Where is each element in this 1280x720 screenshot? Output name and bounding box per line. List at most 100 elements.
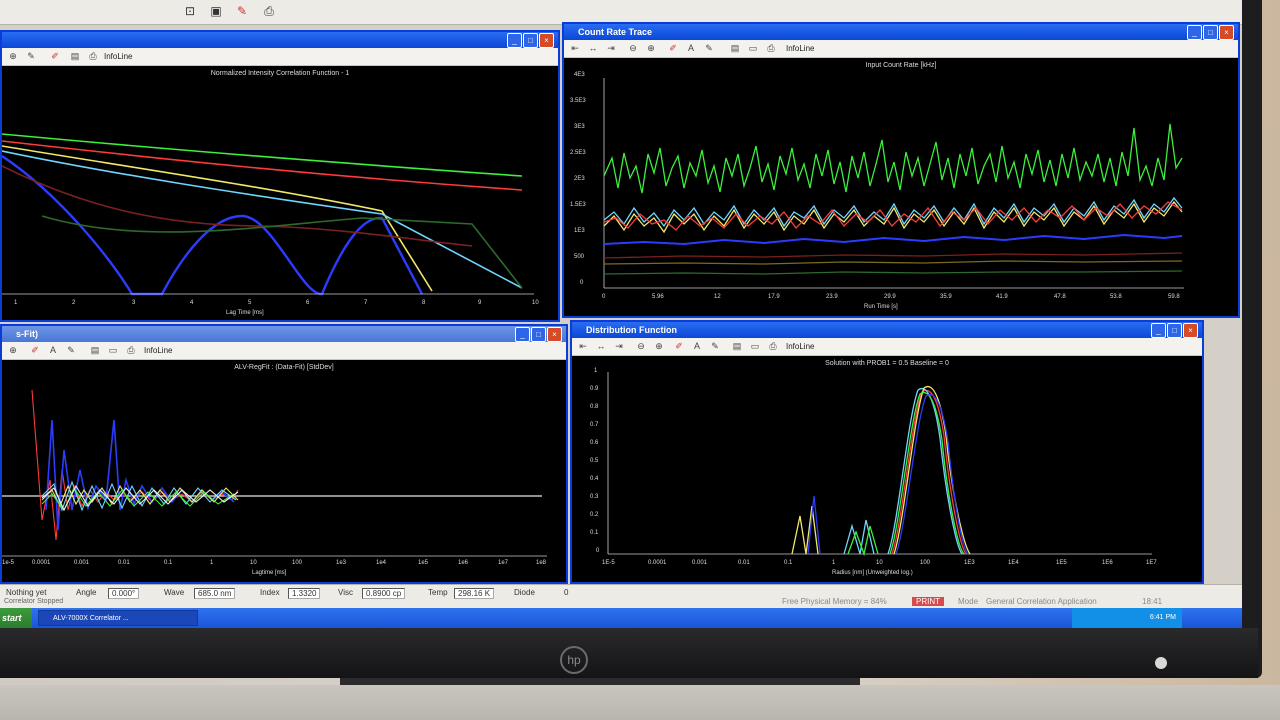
info-line[interactable]: InfoLine <box>104 50 132 63</box>
grid-icon[interactable]: ▤ <box>88 344 102 357</box>
x-tick: 47.8 <box>1054 294 1066 300</box>
pen-icon[interactable]: ✎ <box>702 42 716 55</box>
status-clock: 18:41 <box>1142 597 1163 606</box>
pen-icon[interactable]: ✎ <box>24 50 38 63</box>
desk <box>0 685 1280 720</box>
pen-icon[interactable]: ✎ <box>708 340 722 353</box>
window-icon[interactable]: ▭ <box>746 42 760 55</box>
pen-icon[interactable]: ✎ <box>232 2 252 20</box>
x-tick: 1e6 <box>458 560 469 566</box>
zoom-out-icon[interactable]: ⊖ <box>634 340 648 353</box>
minimize-icon[interactable]: _ <box>1151 323 1166 338</box>
print-icon[interactable]: ⎙ <box>766 340 780 353</box>
info-line[interactable]: InfoLine <box>786 42 814 55</box>
start-button[interactable]: start <box>0 608 32 628</box>
zoom-out-icon[interactable]: ⊖ <box>626 42 640 55</box>
left-icon[interactable]: ⇤ <box>568 42 582 55</box>
zoom-icon[interactable]: ⊡ <box>180 2 200 20</box>
y-tick: 1 <box>594 368 598 374</box>
window-titlebar[interactable] <box>2 32 558 48</box>
font-icon[interactable]: A <box>684 42 698 55</box>
mode-label: Mode <box>958 597 979 606</box>
x-tick: 12 <box>714 294 721 300</box>
window-titlebar[interactable]: s-Fit) <box>2 326 566 342</box>
screen: ⊡ ▣ ✎ ⎙ _ □ × ⊕ ✎ ✐ ▤ ⎙ InfoLine Normali… <box>0 0 1242 628</box>
maximize-icon[interactable]: □ <box>523 33 538 48</box>
regfit-window[interactable]: s-Fit) _ □ × ⊕ ✐ A ✎ ▤ ▭ ⎙ InfoLine ALV-… <box>0 324 568 584</box>
font-icon[interactable]: A <box>46 344 60 357</box>
marker-icon[interactable]: ✐ <box>666 42 680 55</box>
close-icon[interactable]: × <box>547 327 562 342</box>
x-tick: 0.1 <box>784 560 793 566</box>
window-titlebar[interactable]: Count Rate Trace <box>564 24 1238 40</box>
y-tick: 2E3 <box>574 176 585 182</box>
zoom-in-icon[interactable]: ⊕ <box>6 344 20 357</box>
marker-icon[interactable]: ✐ <box>28 344 42 357</box>
fit-icon[interactable]: ↔ <box>586 42 600 55</box>
x-tick: 1 <box>832 560 836 566</box>
marker-icon[interactable]: ✐ <box>48 50 62 63</box>
memory-status: Free Physical Memory = 84% <box>782 597 887 606</box>
minimize-icon[interactable]: _ <box>1187 25 1202 40</box>
grid-icon[interactable]: ▤ <box>728 42 742 55</box>
x-tick: 0.001 <box>692 560 708 566</box>
select-icon[interactable]: ▣ <box>206 2 226 20</box>
info-line[interactable]: InfoLine <box>786 340 814 353</box>
maximize-icon[interactable]: □ <box>1167 323 1182 338</box>
power-button-icon[interactable] <box>1155 657 1167 669</box>
x-tick: 1 <box>14 300 18 306</box>
diode-value: 0 <box>564 588 569 597</box>
print-icon[interactable]: ⎙ <box>764 42 778 55</box>
y-tick: 0 <box>596 548 600 554</box>
count-rate-window[interactable]: Count Rate Trace _ □ × ⇤ ↔ ⇥ ⊖ ⊕ ✐ A ✎ ▤… <box>562 22 1240 318</box>
font-icon[interactable]: A <box>690 340 704 353</box>
tray-clock: 6:41 PM <box>1149 614 1176 621</box>
x-tick: 0.01 <box>738 560 750 566</box>
visc-value: 0.8900 cp <box>362 588 406 599</box>
window-toolbar: ⇤ ↔ ⇥ ⊖ ⊕ ✐ A ✎ ▤ ▭ ⎙ InfoLine <box>564 40 1238 58</box>
minimize-icon[interactable]: _ <box>507 33 522 48</box>
maximize-icon[interactable]: □ <box>1203 25 1218 40</box>
x-tick: 0.01 <box>118 560 130 566</box>
x-tick: 3 <box>132 300 136 306</box>
grid-icon[interactable]: ▤ <box>730 340 744 353</box>
y-tick: 500 <box>574 254 585 260</box>
x-tick: 100 <box>920 560 931 566</box>
taskbar-app-button[interactable]: ALV-7000X Correlator ... <box>38 610 198 626</box>
close-icon[interactable]: × <box>1219 25 1234 40</box>
maximize-icon[interactable]: □ <box>531 327 546 342</box>
trace-olive <box>603 260 1183 265</box>
window-toolbar: ⊕ ✎ ✐ ▤ ⎙ InfoLine <box>2 48 558 66</box>
zoom-in-icon[interactable]: ⊕ <box>644 42 658 55</box>
y-tick: 0.4 <box>590 476 599 482</box>
x-tick: 1e8 <box>536 560 547 566</box>
mode-value: General Correlation Application <box>986 597 1097 606</box>
y-tick: 0.8 <box>590 404 599 410</box>
distribution-plot: Solution with PROB1 = 0.5 Baseline = 0 1 <box>572 356 1202 582</box>
grid-icon[interactable]: ▤ <box>68 50 82 63</box>
distribution-window[interactable]: Distribution Function _ □ × ⇤ ↔ ⇥ ⊖ ⊕ ✐ … <box>570 320 1204 584</box>
window-titlebar[interactable]: Distribution Function <box>572 322 1202 338</box>
minimize-icon[interactable]: _ <box>515 327 530 342</box>
close-icon[interactable]: × <box>539 33 554 48</box>
print-icon[interactable]: ⎙ <box>86 50 100 63</box>
marker-icon[interactable]: ✐ <box>672 340 686 353</box>
print-badge[interactable]: PRINT <box>912 597 944 606</box>
window-icon[interactable]: ▭ <box>748 340 762 353</box>
left-icon[interactable]: ⇤ <box>576 340 590 353</box>
print-icon[interactable]: ⎙ <box>258 2 280 20</box>
correlation-window[interactable]: _ □ × ⊕ ✎ ✐ ▤ ⎙ InfoLine Normalized Inte… <box>0 30 560 322</box>
pen-icon[interactable]: ✎ <box>64 344 78 357</box>
zoom-in-icon[interactable]: ⊕ <box>6 50 20 63</box>
window-icon[interactable]: ▭ <box>106 344 120 357</box>
x-tick: 1e-5 <box>2 560 15 566</box>
fit-icon[interactable]: ↔ <box>594 340 608 353</box>
y-tick: 0.7 <box>590 422 599 428</box>
print-icon[interactable]: ⎙ <box>124 344 138 357</box>
regfit-plot: ALV-RegFit : (Data-Fit) [StdDev] 1e-5 0.… <box>2 360 566 582</box>
info-line[interactable]: InfoLine <box>144 344 172 357</box>
zoom-in-icon[interactable]: ⊕ <box>652 340 666 353</box>
right-icon[interactable]: ⇥ <box>612 340 626 353</box>
close-icon[interactable]: × <box>1183 323 1198 338</box>
right-icon[interactable]: ⇥ <box>604 42 618 55</box>
